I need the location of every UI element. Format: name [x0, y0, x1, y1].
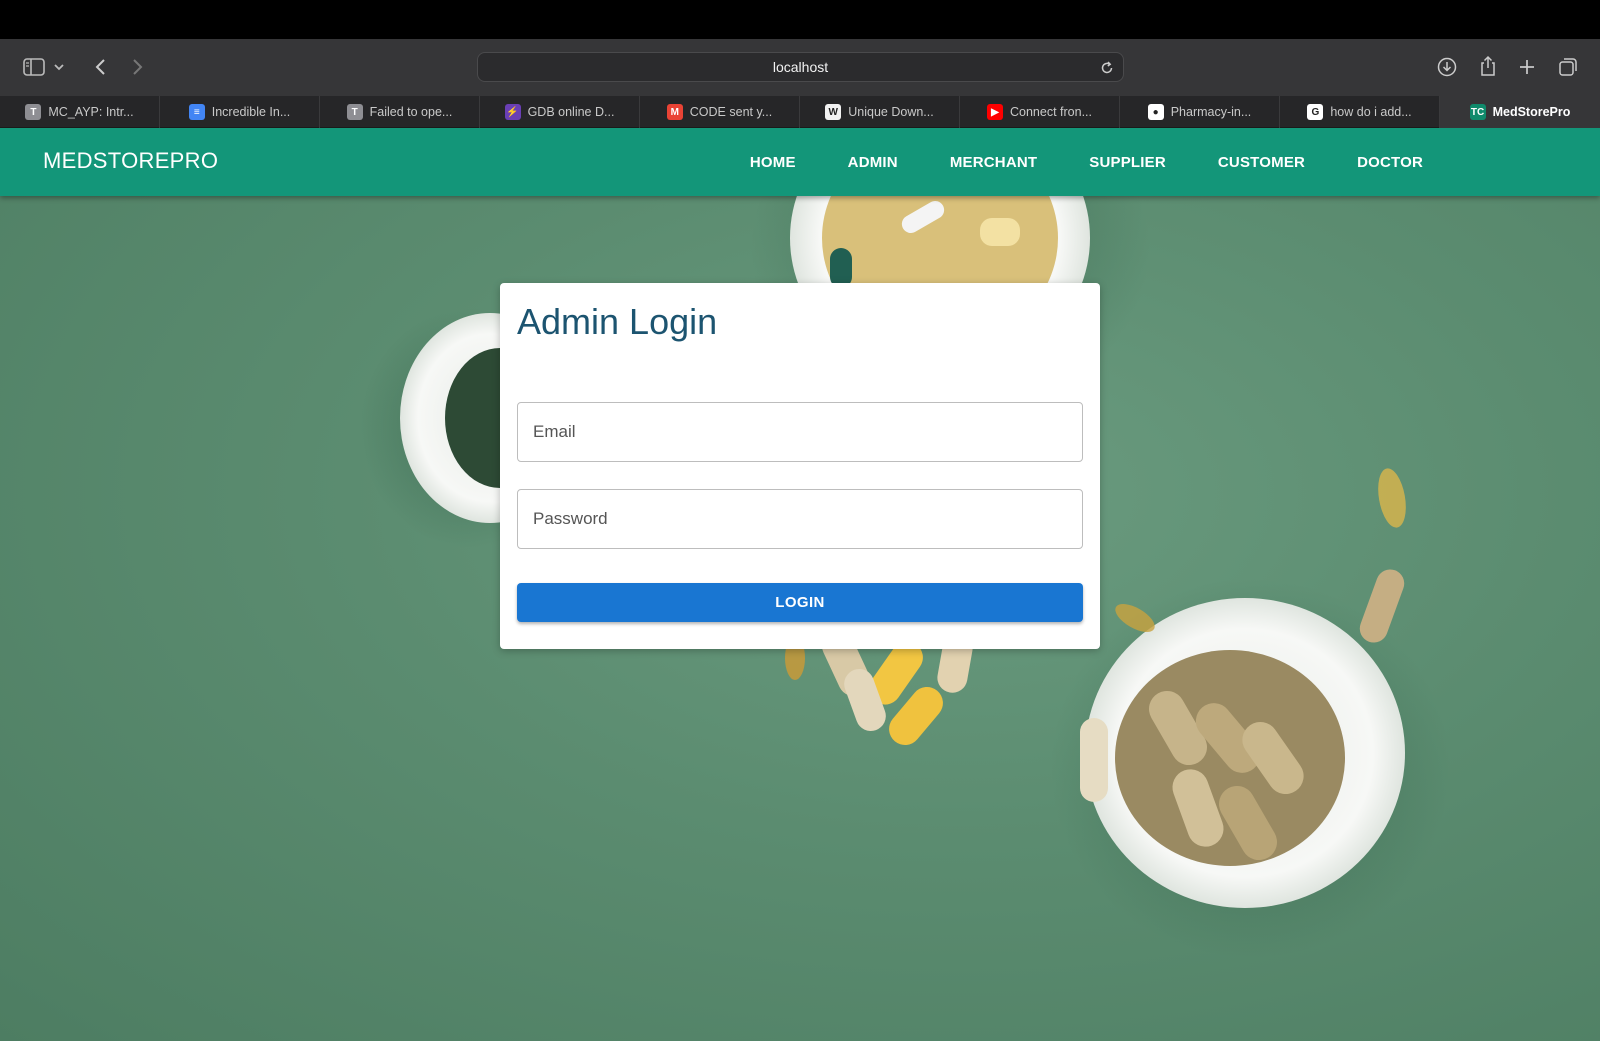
back-arrow-icon[interactable]	[85, 52, 115, 82]
browser-toolbar: localhost	[0, 39, 1600, 96]
browser-tab[interactable]: ⚡ GDB online D...	[480, 96, 640, 128]
tab-label: Incredible In...	[212, 105, 291, 119]
tab-label: MedStorePro	[1493, 105, 1571, 119]
browser-tab[interactable]: ▶ Connect fron...	[960, 96, 1120, 128]
youtube-favicon-icon: ▶	[987, 104, 1003, 120]
bolt-favicon-icon: ⚡	[505, 104, 521, 120]
tab-label: Pharmacy-in...	[1171, 105, 1252, 119]
browser-tab[interactable]: T MC_AYP: Intr...	[0, 96, 160, 128]
github-favicon-icon: ●	[1148, 104, 1164, 120]
download-icon[interactable]	[1432, 52, 1462, 82]
new-tab-icon[interactable]	[1512, 52, 1542, 82]
password-field[interactable]	[517, 489, 1083, 549]
nav-item-merchant[interactable]: MERCHANT	[950, 154, 1037, 171]
email-input[interactable]	[533, 422, 1082, 442]
t-favicon-icon: T	[25, 104, 41, 120]
tab-label: CODE sent y...	[690, 105, 772, 119]
login-button[interactable]: LOGIN	[517, 583, 1083, 622]
nav-item-customer[interactable]: CUSTOMER	[1218, 154, 1305, 171]
share-icon[interactable]	[1473, 51, 1503, 81]
reload-icon[interactable]	[1097, 58, 1117, 78]
browser-tab[interactable]: ● Pharmacy-in...	[1120, 96, 1280, 128]
login-title: Admin Login	[517, 301, 717, 343]
tab-label: GDB online D...	[528, 105, 615, 119]
email-field[interactable]	[517, 402, 1083, 462]
tab-bar: T MC_AYP: Intr... ≡ Incredible In... T Failed…	[0, 96, 1600, 128]
browser-tab[interactable]: M CODE sent y...	[640, 96, 800, 128]
login-card: Admin Login LOGIN	[500, 283, 1100, 649]
nav-item-admin[interactable]: ADMIN	[848, 154, 898, 171]
nav-menu: HOME ADMIN MERCHANT SUPPLIER CUSTOMER DO…	[698, 128, 1600, 196]
forward-arrow-icon[interactable]	[123, 52, 153, 82]
tab-label: Failed to ope...	[370, 105, 453, 119]
nav-item-supplier[interactable]: SUPPLIER	[1089, 154, 1166, 171]
t-favicon-icon: T	[347, 104, 363, 120]
tab-label: how do i add...	[1330, 105, 1411, 119]
nav-item-doctor[interactable]: DOCTOR	[1357, 154, 1423, 171]
top-navbar: MEDSTOREPRO HOME ADMIN MERCHANT SUPPLIER…	[0, 128, 1600, 196]
gmail-favicon-icon: M	[667, 104, 683, 120]
tab-label: Connect fron...	[1010, 105, 1092, 119]
google-favicon-icon: G	[1307, 104, 1323, 120]
browser-tab[interactable]: W Unique Down...	[800, 96, 960, 128]
browser-tab[interactable]: ≡ Incredible In...	[160, 96, 320, 128]
docs-favicon-icon: ≡	[189, 104, 205, 120]
password-input[interactable]	[533, 509, 1082, 529]
browser-tab[interactable]: Ghow do i add...	[1280, 96, 1440, 128]
sidebar-toggle-icon[interactable]	[19, 52, 49, 82]
chevron-down-icon[interactable]	[49, 52, 69, 82]
browser-tab[interactable]: T Failed to ope...	[320, 96, 480, 128]
browser-tab[interactable]: TC MedStorePro	[1440, 96, 1600, 128]
nav-item-home[interactable]: HOME	[750, 154, 796, 171]
web-page: MEDSTOREPRO HOME ADMIN MERCHANT SUPPLIER…	[0, 128, 1600, 1041]
tab-label: Unique Down...	[848, 105, 933, 119]
tab-overview-icon[interactable]	[1553, 52, 1583, 82]
url-text: localhost	[773, 59, 828, 75]
window-top-bar	[0, 0, 1600, 39]
wc-favicon-icon: W	[825, 104, 841, 120]
brand-logo[interactable]: MEDSTOREPRO	[43, 148, 218, 174]
address-bar[interactable]: localhost	[477, 52, 1124, 82]
tab-label: MC_AYP: Intr...	[48, 105, 133, 119]
tc-favicon-icon: TC	[1470, 104, 1486, 120]
